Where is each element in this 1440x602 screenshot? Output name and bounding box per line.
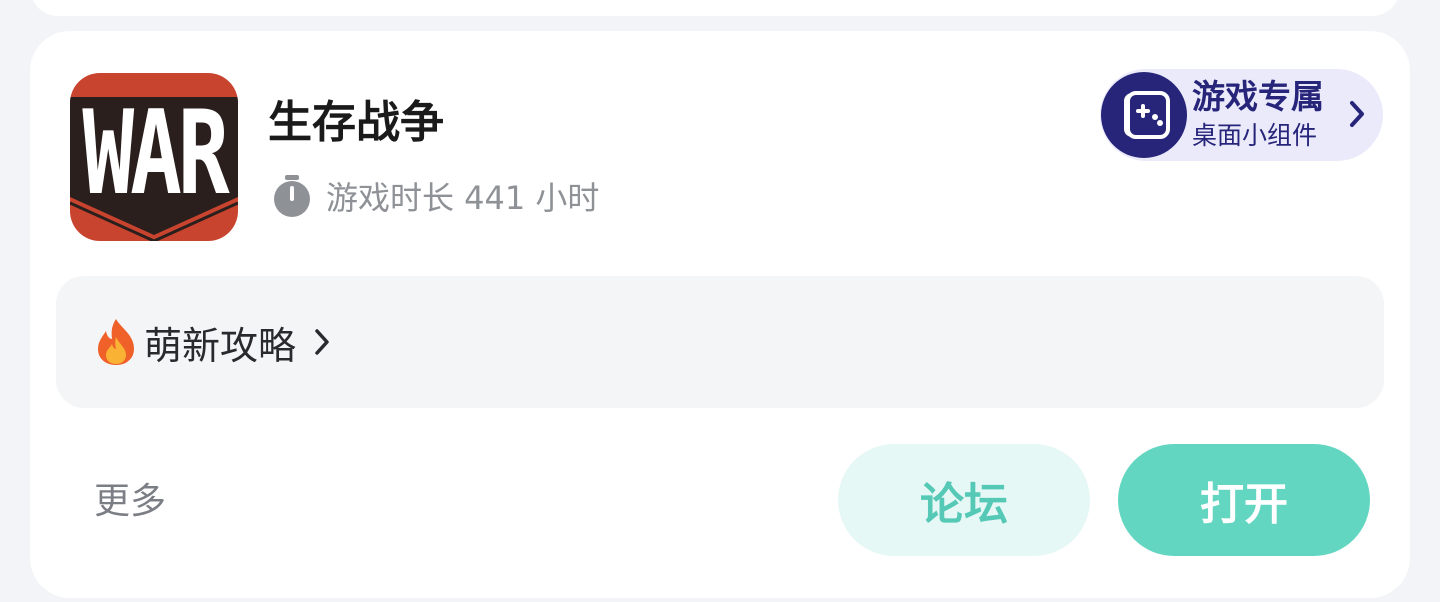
fire-icon bbox=[98, 319, 134, 365]
desktop-widget-button[interactable]: 游戏专属 桌面小组件 bbox=[1100, 69, 1383, 161]
beginner-guide-banner[interactable]: 萌新攻略 bbox=[56, 276, 1384, 408]
previous-card bbox=[30, 0, 1400, 16]
game-title: 生存战争 bbox=[268, 97, 444, 148]
chevron-right-icon bbox=[315, 329, 329, 355]
open-button[interactable]: 打开 bbox=[1118, 444, 1370, 556]
war-logo-text: WAR bbox=[82, 86, 230, 221]
guide-label: 萌新攻略 bbox=[144, 323, 297, 368]
war-logo-icon: WAR bbox=[70, 73, 238, 241]
gamepad-icon bbox=[1101, 72, 1187, 158]
widget-subtitle: 桌面小组件 bbox=[1192, 121, 1318, 150]
game-card: WAR 生存战争 游戏时长 441 小时 游戏专属 桌面小组件 萌新攻略 更多 … bbox=[30, 31, 1410, 598]
playtime-row: 游戏时长 441 小时 bbox=[272, 171, 599, 221]
game-app-icon[interactable]: WAR bbox=[70, 73, 238, 241]
chevron-right-icon bbox=[1350, 101, 1364, 127]
widget-title: 游戏专属 bbox=[1192, 77, 1324, 116]
more-link[interactable]: 更多 bbox=[94, 477, 166, 527]
forum-button[interactable]: 论坛 bbox=[838, 444, 1090, 556]
playtime-text: 游戏时长 441 小时 bbox=[326, 179, 600, 217]
stopwatch-icon bbox=[274, 175, 310, 217]
